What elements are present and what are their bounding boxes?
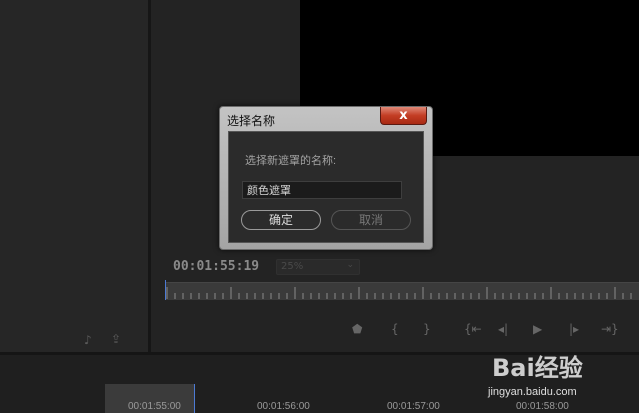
- mask-name-input[interactable]: [242, 181, 402, 199]
- mark-in-icon[interactable]: {: [391, 322, 399, 336]
- chevron-down-icon: ⌄: [346, 260, 354, 270]
- zoom-select[interactable]: 25% ⌄: [276, 259, 360, 275]
- dialog-title: 选择名称: [227, 114, 276, 128]
- dialog-body: 选择新遮罩的名称: 确定 取消: [228, 131, 424, 243]
- cancel-button[interactable]: 取消: [331, 210, 411, 230]
- close-button[interactable]: x: [380, 107, 427, 125]
- ruler-ticks: [166, 287, 632, 299]
- marker-icon[interactable]: ⬟: [352, 322, 362, 336]
- timeline-label: 00:01:56:00: [257, 401, 310, 412]
- go-to-out-icon[interactable]: ⇥}: [601, 322, 619, 336]
- play-icon[interactable]: ▶: [533, 322, 542, 336]
- mark-out-icon[interactable]: }: [423, 322, 431, 336]
- monitor-time-ruler[interactable]: [165, 282, 639, 300]
- timeline-label: 00:01:55:00: [128, 401, 181, 412]
- music-note-icon[interactable]: ♪: [84, 333, 92, 347]
- step-back-icon[interactable]: ◂|: [498, 322, 508, 336]
- go-to-in-icon[interactable]: {⇤: [464, 322, 482, 336]
- step-forward-icon[interactable]: |▸: [569, 322, 579, 336]
- current-timecode[interactable]: 00:01:55:19: [173, 259, 259, 274]
- left-panel: ♪ ⇪: [0, 0, 148, 352]
- ok-button[interactable]: 确定: [241, 210, 321, 230]
- close-icon: x: [399, 108, 408, 123]
- monitor-playhead[interactable]: [165, 280, 166, 300]
- dialog-prompt: 选择新遮罩的名称:: [245, 155, 337, 167]
- baidu-logo: Bai经验: [492, 354, 583, 382]
- baidu-watermark: Bai经验 jingyan.baidu.com: [480, 340, 630, 410]
- timeline-label: 00:01:57:00: [387, 401, 440, 412]
- choose-name-dialog: 选择名称 x 选择新遮罩的名称: 确定 取消: [219, 106, 433, 250]
- watermark-url: jingyan.baidu.com: [488, 386, 577, 398]
- zoom-value: 25%: [281, 261, 304, 272]
- timeline-playhead[interactable]: [194, 384, 195, 413]
- export-icon[interactable]: ⇪: [111, 332, 121, 346]
